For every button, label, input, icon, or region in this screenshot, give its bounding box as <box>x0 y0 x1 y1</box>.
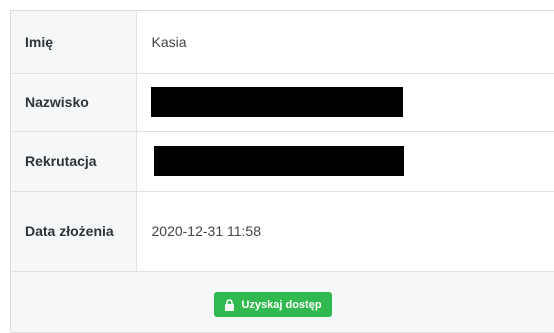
first-name-value: Kasia <box>136 11 554 74</box>
last-name-label: Nazwisko <box>11 73 137 132</box>
get-access-button[interactable]: Uzyskaj dostęp <box>214 292 332 317</box>
last-name-value <box>136 73 554 132</box>
recruitment-label: Rekrutacja <box>11 131 137 192</box>
card-footer: Uzyskaj dostęp <box>11 271 554 333</box>
redacted-block <box>150 87 403 117</box>
redacted-block <box>153 146 404 176</box>
lock-icon <box>225 298 235 311</box>
first-name-label: Imię <box>11 11 137 74</box>
submission-date-label: Data złożenia <box>11 191 137 272</box>
table-row: Nazwisko <box>11 73 554 132</box>
application-details-card: Imię Kasia Nazwisko Rekrutacja Data złoż… <box>10 10 554 333</box>
recruitment-value <box>136 131 554 192</box>
submission-date-value: 2020-12-31 11:58 <box>136 191 554 272</box>
get-access-button-label: Uzyskaj dostęp <box>241 298 322 311</box>
table-row: Data złożenia 2020-12-31 11:58 <box>11 191 554 272</box>
table-row: Imię Kasia <box>11 11 554 74</box>
details-table: Imię Kasia Nazwisko Rekrutacja Data złoż… <box>11 11 554 272</box>
table-row: Rekrutacja <box>11 131 554 192</box>
